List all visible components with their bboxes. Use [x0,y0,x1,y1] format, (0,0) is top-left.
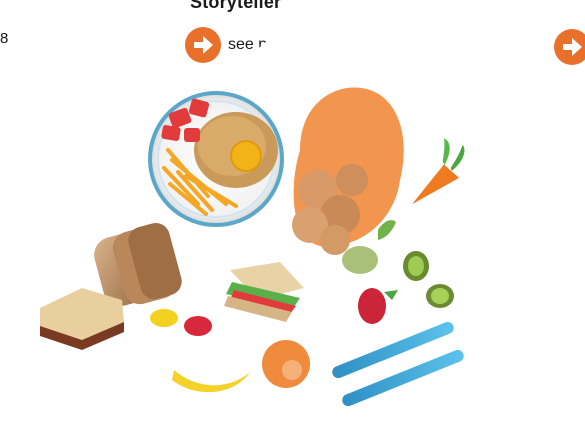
peach [262,340,310,388]
plate-with-meal [148,91,284,227]
play-food-photo [0,12,565,418]
